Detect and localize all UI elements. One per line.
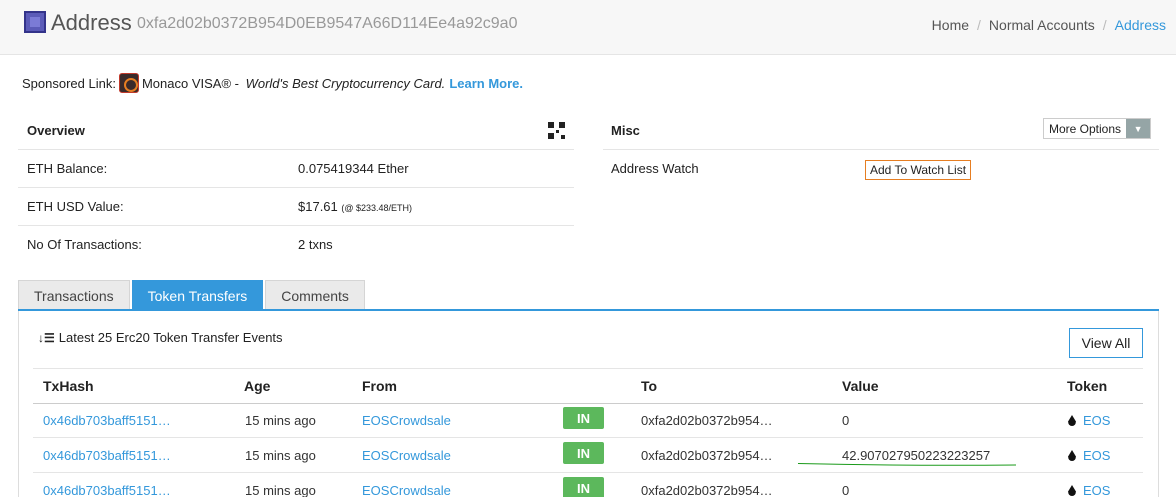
row-value: 0 <box>842 413 850 428</box>
eth-usd-value: $17.61 (@ $233.48/ETH) <box>298 199 412 214</box>
tab-transactions[interactable]: Transactions <box>18 280 130 310</box>
sponsor-learn-more-link[interactable]: Learn More. <box>449 76 523 91</box>
breadcrumb-normal-accounts[interactable]: Normal Accounts <box>989 17 1095 33</box>
token-name: EOS <box>1083 448 1111 463</box>
eth-balance-value: 0.075419344 Ether <box>298 161 409 176</box>
divider <box>33 403 1143 404</box>
eos-token-icon <box>1068 485 1076 496</box>
view-all-button[interactable]: View All <box>1069 328 1143 358</box>
col-token: Token <box>1067 378 1108 394</box>
page-address: 0xfa2d02b0372B954D0EB9547A66D114Ee4a92c9… <box>137 15 518 32</box>
qr-code-icon[interactable] <box>548 122 565 139</box>
token-name: EOS <box>1083 413 1111 428</box>
col-from: From <box>362 378 397 394</box>
row-token-link[interactable]: EOS <box>1068 413 1110 428</box>
divider <box>33 368 1143 369</box>
row-to: 0xfa2d02b0372b954… <box>641 413 773 428</box>
token-name: EOS <box>1083 483 1111 497</box>
row-txhash-link[interactable]: 0x46db703baff5151… <box>43 413 171 428</box>
eth-price: (@ $233.48/ETH) <box>341 203 413 213</box>
divider <box>18 225 574 226</box>
row-value: 42.907027950223223257 <box>842 448 991 463</box>
sponsor-tagline: World's Best Cryptocurrency Card. <box>245 75 446 91</box>
eth-usd-amount: $17.61 <box>298 199 338 214</box>
tab-bar: Transactions Token Transfers Comments <box>18 280 367 310</box>
row-to: 0xfa2d02b0372b954… <box>641 448 773 463</box>
col-value: Value <box>842 378 879 394</box>
col-txhash: TxHash <box>43 378 94 394</box>
annotation-underline <box>797 463 1017 466</box>
top-bar: Address 0xfa2d02b0372B954D0EB9547A66D114… <box>0 0 1176 55</box>
row-token-link[interactable]: EOS <box>1068 483 1110 497</box>
divider <box>603 149 1159 150</box>
eos-token-icon <box>1068 415 1076 426</box>
col-to: To <box>641 378 658 394</box>
breadcrumb-separator: / <box>977 17 981 33</box>
address-watch-label: Address Watch <box>611 161 699 176</box>
divider <box>33 437 1143 438</box>
tab-comments[interactable]: Comments <box>265 280 365 310</box>
transfers-heading: ↓☰ Latest 25 Erc20 Token Transfer Events <box>38 330 283 345</box>
row-value: 0 <box>842 483 850 497</box>
eos-token-icon <box>1068 450 1076 461</box>
row-from-link[interactable]: EOSCrowdsale <box>362 483 451 497</box>
breadcrumb-separator: / <box>1102 17 1107 33</box>
divider <box>18 187 574 188</box>
tx-count-value: 2 txns <box>298 237 333 252</box>
sponsor-name: Monaco VISA® <box>141 75 232 91</box>
add-to-watch-list-button[interactable]: Add To Watch List <box>865 160 972 180</box>
divider <box>33 472 1143 473</box>
row-age: 15 mins ago <box>245 448 316 463</box>
row-to: 0xfa2d02b0372b954… <box>641 483 773 497</box>
chevron-down-icon: ▼ <box>1126 119 1151 138</box>
page-title: Address <box>51 10 132 35</box>
row-from-link[interactable]: EOSCrowdsale <box>362 413 451 428</box>
sponsor-prefix: Sponsored Link: <box>22 75 116 91</box>
eth-usd-label: ETH USD Value: <box>27 199 124 214</box>
row-token-link[interactable]: EOS <box>1068 448 1110 463</box>
direction-badge: IN <box>563 407 604 429</box>
site-logo-icon[interactable] <box>24 11 46 33</box>
monaco-logo-icon <box>118 73 139 93</box>
more-options-label: More Options <box>1049 122 1122 136</box>
sponsor-dash: - <box>231 75 243 91</box>
tx-count-label: No Of Transactions: <box>27 237 142 252</box>
more-options-button[interactable]: More Options ▼ <box>1043 118 1152 139</box>
overview-title: Overview <box>27 123 85 138</box>
divider <box>18 149 574 150</box>
transfers-heading-text: Latest 25 Erc20 Token Transfer Events <box>58 330 283 345</box>
direction-badge: IN <box>563 442 604 464</box>
misc-title: Misc <box>611 123 640 138</box>
breadcrumb: Home / Normal Accounts / Address <box>932 17 1166 33</box>
sponsored-link: Sponsored Link: Monaco VISA® - World's B… <box>22 73 523 93</box>
sort-icon: ↓☰ <box>38 330 55 345</box>
breadcrumb-home[interactable]: Home <box>932 17 969 33</box>
row-age: 15 mins ago <box>245 413 316 428</box>
tab-token-transfers[interactable]: Token Transfers <box>131 280 264 310</box>
eth-balance-label: ETH Balance: <box>27 161 108 176</box>
row-txhash-link[interactable]: 0x46db703baff5151… <box>43 483 171 497</box>
row-txhash-link[interactable]: 0x46db703baff5151… <box>43 448 171 463</box>
breadcrumb-address[interactable]: Address <box>1115 17 1166 33</box>
col-age: Age <box>244 378 271 394</box>
row-from-link[interactable]: EOSCrowdsale <box>362 448 451 463</box>
direction-badge: IN <box>563 477 604 497</box>
row-age: 15 mins ago <box>245 483 316 497</box>
